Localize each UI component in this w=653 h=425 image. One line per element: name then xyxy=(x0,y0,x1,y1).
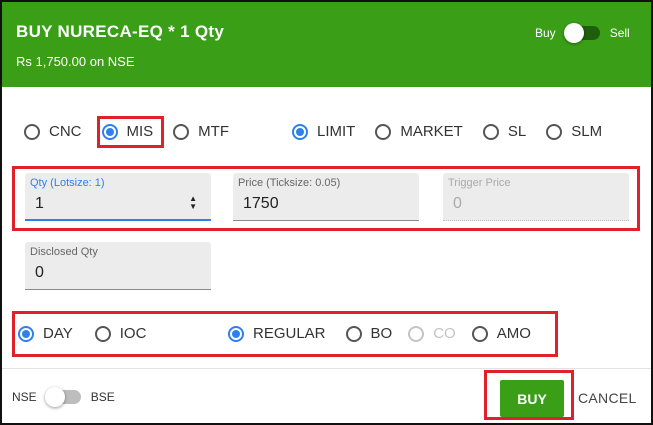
validity-label: DAY xyxy=(43,325,73,342)
variety-label: CO xyxy=(433,325,456,342)
radio-selected-icon xyxy=(292,123,308,140)
footer-divider xyxy=(2,368,651,369)
radio-icon xyxy=(345,325,362,342)
order-title: BUY NURECA-EQ * 1 Qty xyxy=(16,22,225,41)
buy-sell-toggle[interactable] xyxy=(563,23,600,43)
radio-selected-icon xyxy=(18,325,34,342)
radio-icon xyxy=(546,123,563,140)
qty-stepper-icon[interactable]: ▲ ▼ xyxy=(189,195,197,211)
nse-label: NSE xyxy=(12,390,37,404)
variety-group: REGULAR BO CO AMO xyxy=(228,325,547,342)
toggle-knob xyxy=(563,23,584,43)
order-price-exchange: Rs 1,750.00 on NSE xyxy=(16,54,135,69)
disclosed-qty-field[interactable]: Disclosed Qty 0 xyxy=(25,242,211,290)
trigger-price-field: Trigger Price 0 xyxy=(443,173,629,221)
price-input[interactable]: 1750 xyxy=(243,195,279,213)
radio-icon xyxy=(94,325,111,342)
product-mis[interactable]: MIS xyxy=(101,123,154,140)
order-type-label: MARKET xyxy=(400,123,463,140)
validity-label: IOC xyxy=(119,325,147,342)
disclosed-qty-label: Disclosed Qty xyxy=(30,246,98,258)
order-type-label: LIMIT xyxy=(317,123,356,140)
exchange-toggle-group: NSE BSE xyxy=(12,387,115,407)
trigger-price-input: 0 xyxy=(453,195,462,212)
order-type-label: SL xyxy=(507,123,527,140)
variety-label: BO xyxy=(370,325,393,342)
order-type-label: SLM xyxy=(571,123,603,140)
product-mtf[interactable]: MTF xyxy=(173,123,229,140)
exchange-toggle[interactable] xyxy=(44,387,81,407)
product-type-group: CNC MIS MTF xyxy=(24,123,245,140)
radio-icon xyxy=(482,123,499,140)
order-type-sl[interactable]: SL xyxy=(482,123,527,140)
variety-regular[interactable]: REGULAR xyxy=(228,325,326,342)
variety-label: AMO xyxy=(496,325,531,342)
product-label: CNC xyxy=(49,123,82,140)
radio-icon xyxy=(24,123,40,140)
buy-button[interactable]: BUY xyxy=(500,380,564,417)
product-label: MTF xyxy=(198,123,229,140)
validity-ioc[interactable]: IOC xyxy=(94,325,147,342)
qty-input[interactable]: 1 xyxy=(35,195,44,213)
toggle-knob xyxy=(44,387,65,407)
radio-disabled-icon xyxy=(408,325,425,342)
bse-label: BSE xyxy=(90,390,115,404)
radio-icon xyxy=(173,123,190,140)
price-field[interactable]: Price (Ticksize: 0.05) 1750 xyxy=(233,173,419,221)
product-label: MIS xyxy=(126,123,154,140)
order-type-slm[interactable]: SLM xyxy=(546,123,602,140)
cancel-button[interactable]: CANCEL xyxy=(578,390,637,406)
radio-selected-icon xyxy=(101,123,118,140)
variety-amo[interactable]: AMO xyxy=(471,325,531,342)
qty-field[interactable]: Qty (Lotsize: 1) 1 ▲ ▼ xyxy=(25,173,211,221)
disclosed-qty-input[interactable]: 0 xyxy=(35,264,44,282)
radio-icon xyxy=(471,325,488,342)
order-type-group: LIMIT MARKET SL SLM xyxy=(292,123,618,140)
buy-label: Buy xyxy=(535,26,556,40)
buy-sell-toggle-group: Buy Sell xyxy=(535,23,630,43)
sell-label: Sell xyxy=(609,26,630,40)
validity-group: DAY IOC xyxy=(18,325,162,342)
variety-bo[interactable]: BO xyxy=(345,325,393,342)
radio-selected-icon xyxy=(228,325,244,342)
order-header: BUY NURECA-EQ * 1 Qty Rs 1,750.00 on NSE… xyxy=(2,2,651,87)
order-type-market[interactable]: MARKET xyxy=(375,123,463,140)
variety-label: REGULAR xyxy=(253,325,326,342)
price-field-label: Price (Ticksize: 0.05) xyxy=(238,177,341,189)
trigger-price-label: Trigger Price xyxy=(448,177,511,189)
product-cnc[interactable]: CNC xyxy=(24,123,82,140)
radio-icon xyxy=(375,123,392,140)
order-window: BUY NURECA-EQ * 1 Qty Rs 1,750.00 on NSE… xyxy=(0,0,653,425)
validity-day[interactable]: DAY xyxy=(18,325,73,342)
variety-co: CO xyxy=(408,325,456,342)
qty-field-label: Qty (Lotsize: 1) xyxy=(30,177,105,189)
order-type-limit[interactable]: LIMIT xyxy=(292,123,355,140)
